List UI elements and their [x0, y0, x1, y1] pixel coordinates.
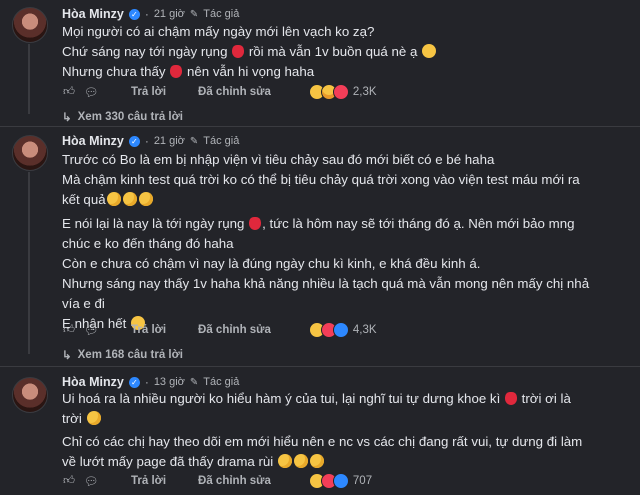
sad-face-icon: [422, 44, 437, 58]
reaction-count[interactable]: 2,3K: [353, 86, 377, 98]
love-icon: [332, 84, 349, 100]
reactions[interactable]: [308, 322, 349, 338]
thread-line: [28, 44, 30, 114]
reaction-count[interactable]: 707: [353, 475, 372, 487]
view-replies[interactable]: ↳ Xem 168 câu trả lời: [62, 348, 183, 362]
comment-line: Chỉ có các chị hay theo dõi em mới hiểu …: [62, 434, 583, 449]
like-icon[interactable]: 👍︎: [62, 474, 76, 488]
avatar[interactable]: [12, 377, 48, 413]
comment-icon[interactable]: 💬︎: [84, 323, 99, 337]
comment-line: E nói lại là nay là tới ngày rụng , tức …: [62, 216, 575, 231]
verified-icon: ✓: [128, 135, 140, 147]
like-reaction-icon: [332, 473, 349, 489]
strawberry-icon: [170, 65, 183, 78]
comment-line: trời: [62, 409, 632, 429]
comment-header: Hòa Minzy ✓ · 21 giờ ✎ Tác giả: [62, 7, 240, 21]
strawberry-icon: [504, 392, 517, 405]
author-name[interactable]: Hòa Minzy: [62, 375, 124, 389]
timestamp[interactable]: 21 giờ: [154, 8, 185, 20]
thread-line: [28, 172, 30, 354]
pencil-icon: ✎: [189, 376, 199, 388]
sweat-smile-icon: [277, 454, 292, 468]
timestamp[interactable]: 21 giờ: [154, 135, 185, 147]
comment-line: về lướt mấy page đã thấy drama rùi: [62, 452, 632, 472]
comment-line: Nhưng sáng nay thấy 1v haha khả năng nhi…: [62, 276, 590, 291]
strawberry-icon: [232, 45, 245, 58]
reply-arrow-icon: ↳: [62, 112, 72, 124]
pencil-icon: ✎: [189, 8, 199, 20]
comment-header: Hòa Minzy ✓ · 13 giờ ✎ Tác giả: [62, 375, 240, 389]
divider: [0, 126, 640, 127]
reply-button[interactable]: Trả lời: [131, 86, 166, 98]
edited-label[interactable]: Đã chỉnh sửa: [198, 475, 271, 487]
reactions[interactable]: [308, 473, 349, 489]
sweat-smile-icon: [122, 192, 137, 206]
reply-button[interactable]: Trả lời: [131, 475, 166, 487]
comment-actions: 👍︎ 💬︎ Trả lời Đã chỉnh sửa 4,3K: [62, 322, 377, 338]
comment-text: Mọi người có ai chậm mấy ngày mới lên vạ…: [62, 22, 632, 82]
verified-icon: ✓: [128, 8, 140, 20]
sweat-smile-icon: [138, 192, 153, 206]
comment-line: chúc e ko đến tháng đó haha: [62, 236, 234, 251]
edited-label[interactable]: Đã chỉnh sửa: [198, 324, 271, 336]
comment-header: Hòa Minzy ✓ · 21 giờ ✎ Tác giả: [62, 134, 240, 148]
comment-line: vía e đi: [62, 296, 105, 311]
comment-line: Mọi người có ai chậm mấy ngày mới lên vạ…: [62, 24, 375, 39]
comment-icon[interactable]: 💬︎: [84, 85, 99, 99]
sweat-smile-icon: [309, 454, 324, 468]
timestamp[interactable]: 13 giờ: [154, 376, 185, 388]
avatar[interactable]: [12, 7, 48, 43]
view-replies-label[interactable]: Xem 330 câu trả lời: [78, 111, 183, 123]
view-replies[interactable]: ↳ Xem 330 câu trả lời: [62, 110, 183, 124]
reply-button[interactable]: Trả lời: [131, 324, 166, 336]
comment-actions: 👍︎ 💬︎ Trả lời Đã chỉnh sửa 2,3K: [62, 84, 377, 100]
comment-line: Trước có Bo là em bị nhập viện vì tiêu c…: [62, 152, 495, 167]
author-badge: Tác giả: [203, 8, 240, 20]
like-reaction-icon: [332, 322, 349, 338]
like-icon[interactable]: 👍︎: [62, 85, 76, 99]
sweat-smile-icon: [86, 411, 101, 425]
reply-arrow-icon: ↳: [62, 350, 72, 362]
verified-icon: ✓: [128, 376, 140, 388]
comment-text: Trước có Bo là em bị nhập viện vì tiêu c…: [62, 150, 632, 334]
like-icon[interactable]: 👍︎: [62, 323, 76, 337]
comment-actions: 👍︎ 💬︎ Trả lời Đã chỉnh sửa 707: [62, 473, 372, 489]
comment-line: Ui hoá ra là nhiều người ko hiểu hàm ý c…: [62, 391, 571, 406]
pencil-icon: ✎: [189, 135, 199, 147]
comment-text: Ui hoá ra là nhiều người ko hiểu hàm ý c…: [62, 389, 632, 472]
comment-line: Còn e chưa có chậm vì nay là đúng ngày c…: [62, 256, 481, 271]
comment-line: kết quả: [62, 190, 632, 210]
divider: [0, 366, 640, 367]
comment-icon[interactable]: 💬︎: [84, 474, 99, 488]
avatar[interactable]: [12, 135, 48, 171]
author-badge: Tác giả: [203, 376, 240, 388]
strawberry-icon: [249, 217, 262, 230]
sweat-smile-icon: [293, 454, 308, 468]
sweat-smile-icon: [106, 192, 121, 206]
author-name[interactable]: Hòa Minzy: [62, 134, 124, 148]
edited-label[interactable]: Đã chỉnh sửa: [198, 86, 271, 98]
comment-line: Mà chậm kinh test quá trời ko có thể bị …: [62, 172, 580, 187]
comment-line: Nhưng chưa thấy nên vẫn hi vọng haha: [62, 64, 315, 79]
comment-line: Chứ sáng nay tới ngày rụng rồi mà vẫn 1v…: [62, 42, 632, 62]
reaction-count[interactable]: 4,3K: [353, 324, 377, 336]
view-replies-label[interactable]: Xem 168 câu trả lời: [78, 349, 183, 361]
author-name[interactable]: Hòa Minzy: [62, 7, 124, 21]
reactions[interactable]: [308, 84, 349, 100]
author-badge: Tác giả: [203, 135, 240, 147]
